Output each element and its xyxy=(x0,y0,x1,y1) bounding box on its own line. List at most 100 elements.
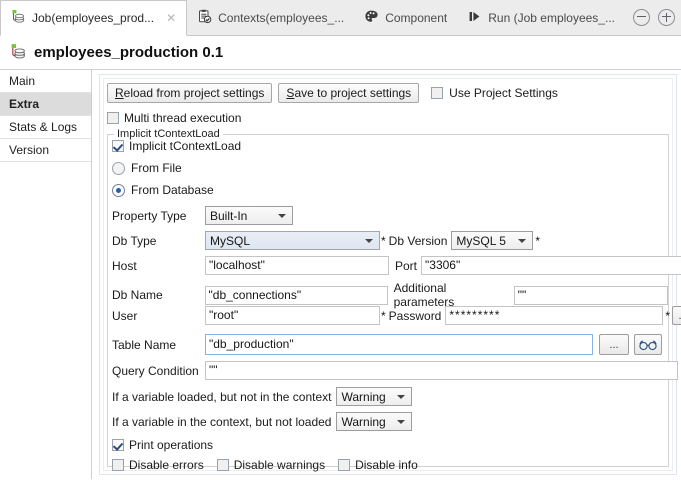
implicit-tcontextload-checkbox[interactable] xyxy=(112,140,124,152)
query-condition-label: Query Condition xyxy=(112,364,205,378)
variable-in-context-select[interactable]: Warning xyxy=(336,412,412,431)
sidebar-item-label: Extra xyxy=(9,97,39,111)
print-operations-checkbox[interactable] xyxy=(112,439,124,451)
content-panel-inner: Reload from project settings Save to pro… xyxy=(103,78,673,471)
host-input[interactable]: "localhost" xyxy=(205,256,389,275)
tab-run[interactable]: Run (Job employees_... xyxy=(457,0,625,35)
db-version-select[interactable]: MySQL 5 xyxy=(451,231,533,250)
variable-loaded-value: Warning xyxy=(341,390,385,404)
palette-icon xyxy=(364,9,379,27)
multi-thread-execution-checkbox[interactable] xyxy=(107,112,119,124)
port-input[interactable]: "3306" xyxy=(421,256,681,275)
use-project-settings-checkbox[interactable] xyxy=(431,87,443,99)
from-database-radio-row[interactable]: From Database xyxy=(112,183,214,197)
reload-label: eload from project settings xyxy=(124,86,265,100)
variable-loaded-row: If a variable loaded, but not in the con… xyxy=(112,387,412,406)
reload-from-project-settings-button[interactable]: Reload from project settings xyxy=(107,83,272,103)
password-required-marker: * xyxy=(665,309,670,323)
disable-info-checkbox[interactable] xyxy=(338,459,350,471)
db-type-select[interactable]: MySQL xyxy=(205,231,380,250)
disable-errors-checkbox[interactable] xyxy=(112,459,124,471)
table-name-input[interactable]: "db_production" xyxy=(205,334,593,355)
job-icon xyxy=(11,9,26,27)
close-icon[interactable]: ✕ xyxy=(166,11,176,25)
tab-job-label: Job(employees_prod... xyxy=(32,11,154,25)
glasses-icon[interactable] xyxy=(634,334,662,355)
reload-mnemonic: R xyxy=(115,86,124,100)
variable-in-context-value: Warning xyxy=(341,415,385,429)
from-database-radio[interactable] xyxy=(112,184,125,197)
db-name-input[interactable]: "db_connections" xyxy=(205,286,388,305)
password-browse-button[interactable]: ... xyxy=(672,306,681,325)
additional-parameters-label: Additional parameters xyxy=(394,281,510,309)
query-condition-input[interactable]: "" xyxy=(205,361,678,380)
chevron-down-icon xyxy=(397,395,405,399)
content-panel-outer: Reload from project settings Save to pro… xyxy=(99,74,677,475)
tab-contexts-label: Contexts(employees_... xyxy=(218,11,344,25)
db-version-value: MySQL 5 xyxy=(456,234,506,248)
port-label: Port xyxy=(395,259,417,273)
from-file-radio-row[interactable]: From File xyxy=(112,161,182,175)
disable-warnings-label: Disable warnings xyxy=(234,458,325,472)
additional-parameters-input[interactable]: "" xyxy=(514,286,668,305)
db-version-required-marker: * xyxy=(535,234,540,248)
table-name-label: Table Name xyxy=(112,338,205,352)
page-title: employees_production 0.1 xyxy=(34,44,223,61)
sidebar-item-label: Main xyxy=(9,74,35,88)
save-to-project-settings-button[interactable]: Save to project settings xyxy=(278,83,419,103)
sidebar-item-label: Version xyxy=(9,143,49,157)
multi-thread-row: Multi thread execution xyxy=(107,111,241,125)
db-name-row: Db Name "db_connections" Additional para… xyxy=(112,281,668,309)
disable-warnings-checkbox[interactable] xyxy=(217,459,229,471)
settings-sidebar: Main Extra Stats & Logs Version xyxy=(0,70,92,479)
sidebar-item-stats-and-logs[interactable]: Stats & Logs xyxy=(0,116,91,139)
property-type-label: Property Type xyxy=(112,209,205,223)
user-label: User xyxy=(112,309,205,323)
minimize-icon[interactable] xyxy=(633,9,650,26)
sidebar-item-extra[interactable]: Extra xyxy=(0,93,91,116)
password-input[interactable]: ********* xyxy=(445,306,663,325)
db-type-required-marker: * xyxy=(381,234,386,248)
tab-job[interactable]: Job(employees_prod... ✕ xyxy=(0,0,187,36)
table-name-row: Table Name "db_production" ... xyxy=(112,334,662,355)
db-type-label: Db Type xyxy=(112,234,205,248)
user-input[interactable]: "root" xyxy=(205,306,380,325)
save-label: ave to project settings xyxy=(294,86,411,100)
sidebar-item-main[interactable]: Main xyxy=(0,70,91,93)
editor-tab-bar: Job(employees_prod... ✕ Contexts(employe… xyxy=(0,0,681,36)
host-label: Host xyxy=(112,259,205,273)
from-file-label: From File xyxy=(131,161,182,175)
from-file-radio[interactable] xyxy=(112,162,125,175)
disable-info-label: Disable info xyxy=(355,458,418,472)
query-condition-row: Query Condition "" xyxy=(112,361,678,380)
db-version-label: Db Version xyxy=(389,234,448,248)
page-title-bar: employees_production 0.1 xyxy=(0,36,681,69)
user-row: User "root" * Password ********* * ... xyxy=(112,306,681,325)
disable-errors-label: Disable errors xyxy=(129,458,204,472)
tab-run-label: Run (Job employees_... xyxy=(488,11,615,25)
use-project-settings-label: Use Project Settings xyxy=(449,86,558,100)
user-required-marker: * xyxy=(381,309,386,323)
from-database-label: From Database xyxy=(131,183,214,197)
host-row: Host "localhost" Port "3306" xyxy=(112,256,681,275)
maximize-icon[interactable] xyxy=(658,9,675,26)
table-name-browse-button[interactable]: ... xyxy=(599,334,629,355)
job-icon xyxy=(10,43,27,63)
disable-options-row: Disable errors Disable warnings Disable … xyxy=(112,458,418,472)
property-type-select[interactable]: Built-In xyxy=(205,206,293,225)
variable-loaded-select[interactable]: Warning xyxy=(336,387,412,406)
db-type-value: MySQL xyxy=(210,234,250,248)
chevron-down-icon xyxy=(518,239,526,243)
print-operations-row: Print operations xyxy=(112,438,213,452)
sidebar-item-label: Stats & Logs xyxy=(9,120,77,134)
chevron-down-icon xyxy=(278,214,286,218)
tab-component-label: Component xyxy=(385,11,447,25)
save-mnemonic: S xyxy=(286,86,294,100)
settings-content: Reload from project settings Save to pro… xyxy=(92,70,681,479)
db-type-row: Db Type MySQL * Db Version MySQL 5 * xyxy=(112,231,540,250)
tab-component[interactable]: Component xyxy=(354,0,457,35)
tab-contexts[interactable]: Contexts(employees_... xyxy=(187,0,354,35)
sidebar-item-version[interactable]: Version xyxy=(0,139,91,162)
print-operations-label: Print operations xyxy=(129,438,213,452)
property-type-row: Property Type Built-In xyxy=(112,206,293,225)
